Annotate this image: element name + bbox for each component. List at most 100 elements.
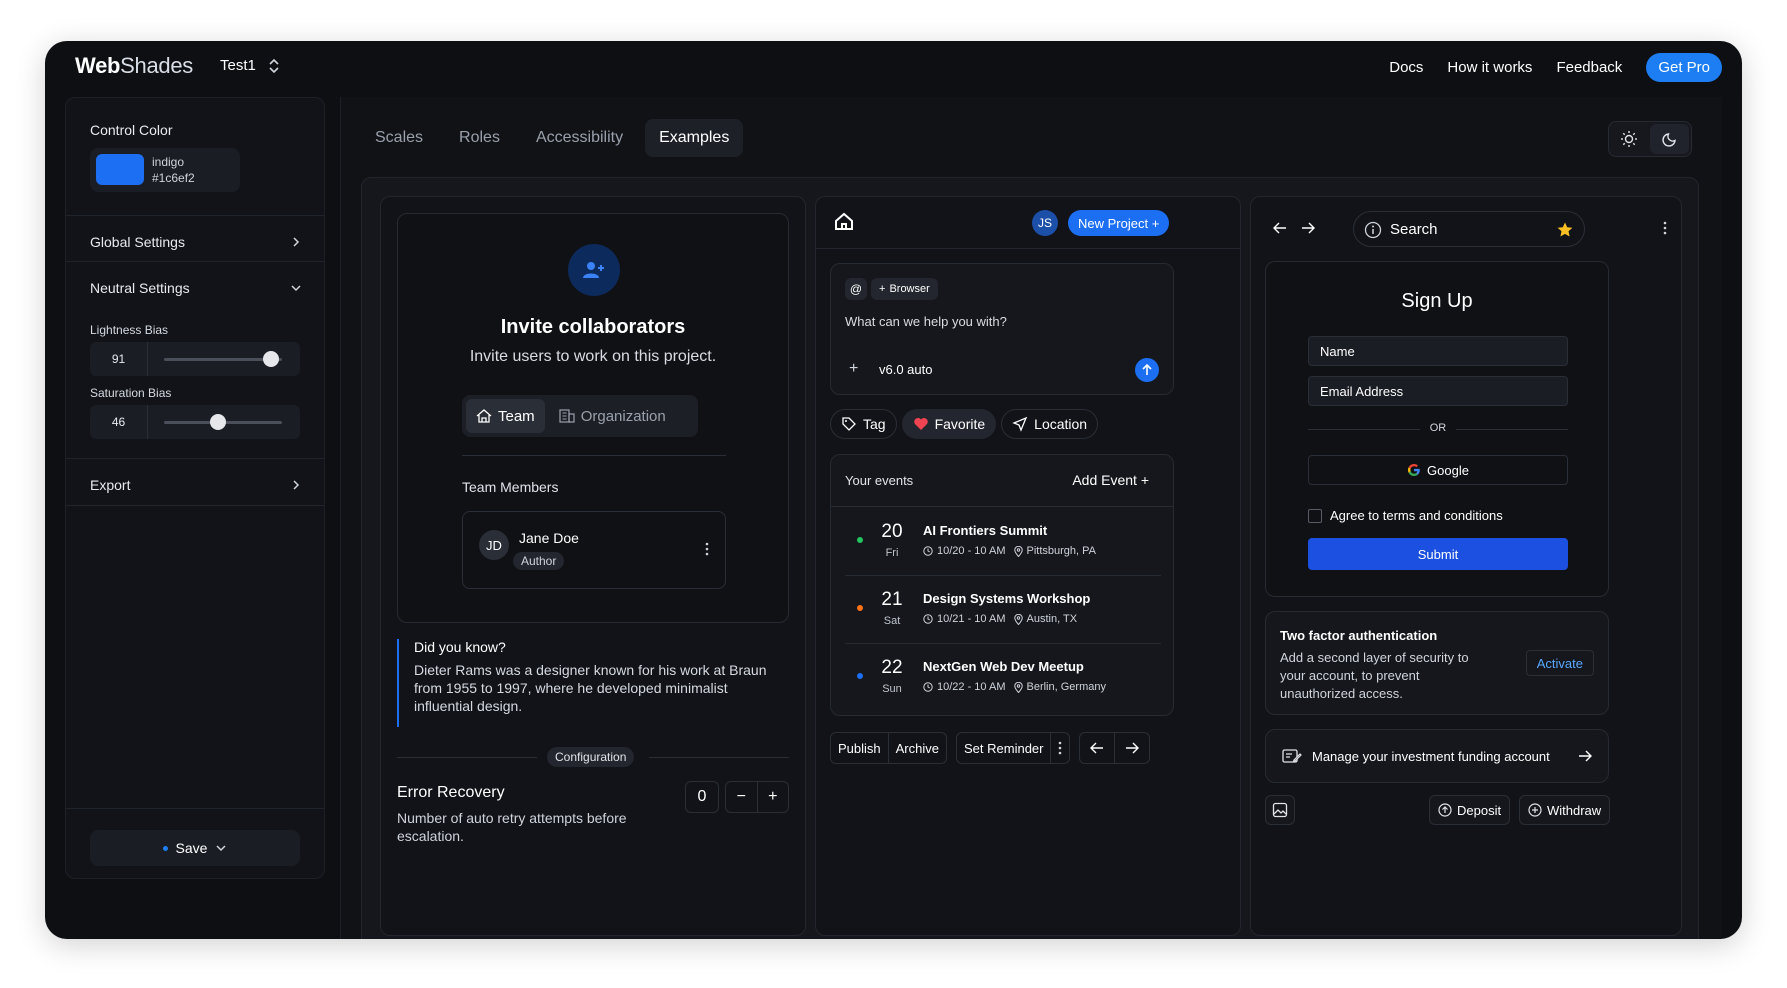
publish-archive-group: Publish Archive [830,732,947,764]
heart-icon [913,417,929,431]
nav-feedback[interactable]: Feedback [1556,59,1622,76]
terms-checkbox-row[interactable]: Agree to terms and conditions [1308,508,1503,523]
nav-how-it-works[interactable]: How it works [1447,59,1532,76]
segment-team[interactable]: Team [466,399,545,433]
scope-segmented-control: Team Organization [462,395,698,437]
pager-group [1079,732,1151,764]
slider-knob[interactable] [263,351,280,367]
favorite-chip[interactable]: Favorite [901,409,997,439]
lightness-bias-slider: 91 [90,342,300,376]
collaborators-column: Invite collaborators Invite users to wor… [380,196,806,936]
image-icon [1272,802,1288,818]
name-field[interactable]: Name [1308,336,1568,366]
control-color-picker[interactable]: indigo #1c6ef2 [90,148,240,192]
nav-docs[interactable]: Docs [1389,59,1423,76]
activate-button[interactable]: Activate [1525,650,1594,676]
divider [66,215,324,216]
project-column: JS New Project + @ + Browser What can we… [815,196,1241,936]
more-vertical-icon[interactable] [1050,733,1069,763]
slider-track[interactable] [164,351,282,367]
or-divider: OR [1308,422,1568,436]
arrow-left-icon[interactable] [1080,733,1114,763]
edit-note-icon [1282,748,1302,764]
event-name: Design Systems Workshop [923,591,1091,606]
export-row[interactable]: Export [90,475,302,495]
withdraw-button[interactable]: Withdraw [1519,795,1611,825]
model-selector[interactable]: v6.0 auto [879,362,933,377]
status-dot [857,537,863,543]
tab-accessibility[interactable]: Accessibility [522,119,637,157]
arrow-left-icon[interactable] [1273,222,1287,234]
search-bar[interactable]: Search [1353,211,1585,247]
user-avatar[interactable]: JS [1032,210,1058,236]
browser-chip[interactable]: + Browser [871,278,938,300]
deposit-button[interactable]: Deposit [1429,795,1511,825]
control-color-label: Control Color [90,122,173,138]
submit-button[interactable]: Submit [1308,538,1568,570]
event-day: 21 [881,589,903,610]
clock-icon [923,546,933,556]
stepper-value[interactable]: 0 [685,781,719,813]
slider-track[interactable] [164,414,282,430]
segment-organization[interactable]: Organization [549,399,676,433]
tab-roles[interactable]: Roles [445,119,514,157]
event-row[interactable]: 21 Sat Design Systems Workshop 10/21 - 1… [845,575,1161,643]
slider-knob[interactable] [210,414,227,430]
events-header: Your events Add Event + [831,455,1173,507]
google-signin-button[interactable]: Google [1308,455,1568,485]
arrow-right-icon[interactable] [1114,733,1149,763]
filter-chips: Tag Favorite Location [830,409,1099,439]
saturation-bias-value[interactable]: 46 [90,405,148,439]
event-row[interactable]: 22 Sun NextGen Web Dev Meetup 10/22 - 10… [845,643,1161,711]
divider [462,455,726,456]
event-row[interactable]: 20 Fri AI Frontiers Summit 10/20 - 10 AM… [845,507,1161,575]
attach-button[interactable]: + [849,360,858,378]
lightness-bias-value[interactable]: 91 [90,342,148,376]
mention-button[interactable]: @ [845,278,867,300]
send-button[interactable] [1135,358,1159,382]
tag-chip[interactable]: Tag [830,409,897,439]
arrow-right-icon[interactable] [1301,222,1315,234]
increment-button[interactable]: + [758,782,789,812]
tfa-title: Two factor authentication [1280,628,1438,643]
events-card: Your events Add Event + 20 Fri AI Fronti… [830,454,1174,716]
project-selector[interactable]: Test1 [220,57,280,74]
examples-container: Invite collaborators Invite users to wor… [361,177,1699,939]
event-actions: Publish Archive Set Reminder [830,732,1151,764]
browser-bar: Search [1267,211,1667,249]
home-icon[interactable] [834,212,854,232]
save-button[interactable]: Save [90,830,300,866]
terms-checkbox[interactable] [1308,508,1322,523]
more-vertical-icon[interactable] [705,542,709,556]
sun-icon[interactable] [1609,122,1648,156]
set-reminder-button[interactable]: Set Reminder [957,733,1050,763]
archive-button[interactable]: Archive [887,733,946,763]
theme-toggle [1608,121,1692,157]
star-icon[interactable] [1556,221,1574,239]
stepper-controls: − + [725,781,789,813]
tab-scales[interactable]: Scales [361,119,437,157]
new-project-button[interactable]: New Project + [1068,210,1170,236]
location-chip[interactable]: Location [1001,409,1099,439]
arrow-up-circle-icon [1438,803,1452,817]
add-event-button[interactable]: Add Event + [1072,472,1149,488]
publish-button[interactable]: Publish [831,733,888,763]
status-dot [857,673,863,679]
get-pro-button[interactable]: Get Pro [1646,53,1722,82]
brand-logo[interactable]: WebShades [75,53,193,79]
clock-icon [923,614,933,624]
error-recovery-description: Number of auto retry attempts before esc… [397,810,627,844]
moon-icon[interactable] [1650,124,1689,154]
investment-account-link[interactable]: Manage your investment funding account [1265,729,1609,783]
two-factor-card: Two factor authentication Add a second l… [1265,611,1609,715]
prompt-input[interactable]: What can we help you with? [845,314,1007,329]
email-field[interactable]: Email Address [1308,376,1568,406]
search-label: Search [1390,221,1438,238]
global-settings-row[interactable]: Global Settings [90,232,302,252]
image-button[interactable] [1265,795,1295,825]
tab-examples[interactable]: Examples [645,119,744,157]
tag-icon [841,416,857,432]
more-vertical-icon[interactable] [1663,221,1667,235]
decrement-button[interactable]: − [726,782,758,812]
neutral-settings-row[interactable]: Neutral Settings [90,278,302,298]
